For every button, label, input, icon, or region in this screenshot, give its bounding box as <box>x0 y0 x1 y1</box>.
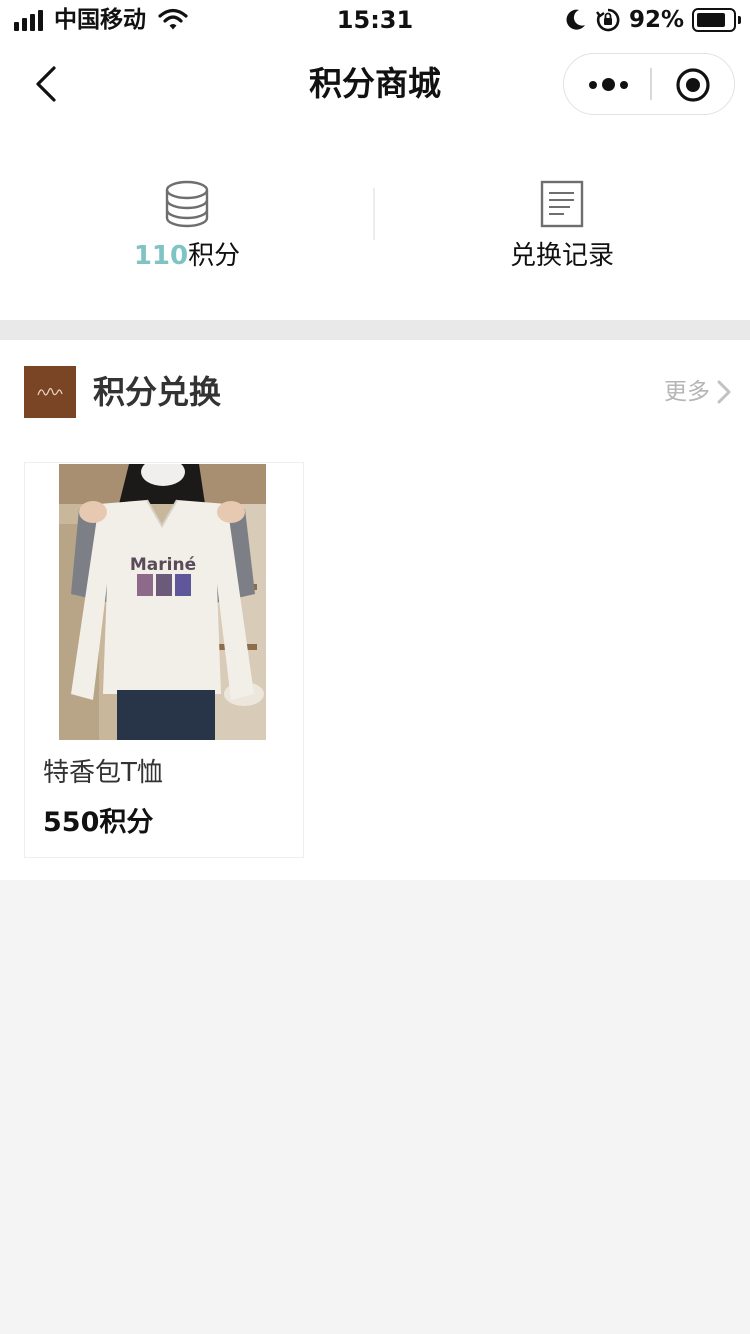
section-separator <box>0 320 750 340</box>
product-price: 550积分 <box>43 807 154 838</box>
points-divider <box>373 188 375 240</box>
product-image[interactable]: Mariné <box>59 464 266 740</box>
battery-percent: 92% <box>628 7 684 33</box>
points-unit: 积分 <box>188 241 241 271</box>
status-bar: 中国移动 15:31 92% <box>0 0 750 40</box>
product-card[interactable]: Mariné 特香包T恤 550积分 <box>24 462 304 858</box>
rotation-lock-icon <box>595 8 620 32</box>
product-name: 特香包T恤 <box>43 758 163 788</box>
points-label: 110积分 <box>57 238 317 274</box>
status-right: 92% <box>565 6 741 34</box>
close-miniprogram-button[interactable] <box>652 54 734 114</box>
more-button[interactable] <box>564 54 650 114</box>
battery-icon <box>692 8 741 32</box>
navigation-bar: 积分商城 <box>0 40 750 130</box>
moon-icon <box>566 9 585 30</box>
document-icon <box>540 180 584 228</box>
target-circle-icon <box>676 68 710 102</box>
brand-logo-icon <box>37 387 63 396</box>
chevron-right-icon <box>717 380 731 404</box>
battery-level <box>697 13 725 27</box>
miniprogram-capsule <box>563 53 735 115</box>
section-title: 积分兑换 <box>93 373 222 411</box>
my-points-button[interactable]: 110积分 <box>57 170 317 280</box>
exchange-records-label: 兑换记录 <box>509 241 614 271</box>
more-link[interactable]: 更多 <box>664 376 732 408</box>
more-dots-icon <box>589 78 628 91</box>
more-label: 更多 <box>664 379 710 405</box>
section-thumbnail <box>24 366 76 418</box>
coin-stack-icon <box>165 180 209 228</box>
product-print-text: Mariné <box>130 555 196 575</box>
points-exchange-section: 积分兑换 更多 Mariné 特香包T恤 550积分 <box>0 340 750 880</box>
exchange-records-button[interactable]: 兑换记录 <box>432 170 692 280</box>
points-value: 110 <box>133 241 189 271</box>
points-summary: 110积分 兑换记录 <box>0 130 750 320</box>
